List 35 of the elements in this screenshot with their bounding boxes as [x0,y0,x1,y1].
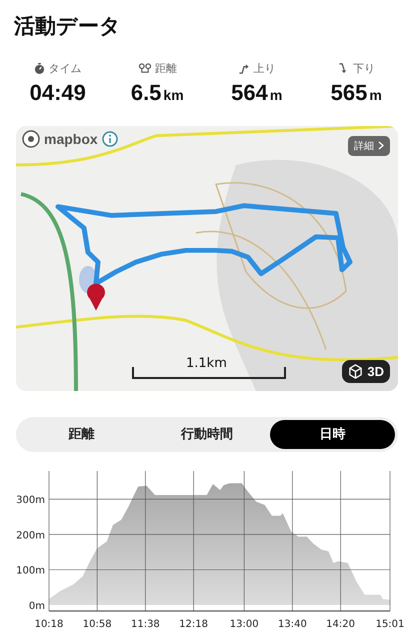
stat-label: 下り [352,61,375,76]
x-axis-label: 10:18 [34,619,64,630]
chart-tab[interactable]: 行動時間 [144,420,270,449]
stat-value: 04:49 [30,80,86,106]
info-icon[interactable] [102,130,118,147]
ascent-arrow-icon [238,63,250,74]
x-axis-label: 14:20 [326,619,355,630]
y-axis-label: 200m [16,530,45,542]
route-pins-icon [138,63,152,74]
chart-tab[interactable]: 日時 [270,420,395,449]
y-axis-label: 300m [16,495,45,506]
stat-label: 距離 [154,61,177,76]
x-axis-label: 10:58 [82,619,112,630]
mapbox-logo-icon [22,130,40,148]
stat-value: 6.5 km [130,80,184,106]
y-axis-label: 0m [28,601,45,612]
x-axis-label: 11:38 [130,619,160,630]
x-axis-label: 13:40 [278,619,307,630]
x-axis-label: 15:01 [376,619,404,630]
x-axis-label: 13:00 [230,619,259,630]
chevron-right-icon [378,141,384,150]
details-button[interactable]: 詳細 [348,136,390,156]
stat-value: 564m [231,80,282,106]
stat-label: 上り [253,61,276,76]
3d-view-button[interactable]: 3D [342,360,390,383]
y-axis-label: 100m [16,566,45,577]
x-axis-label: 12:18 [179,619,208,630]
stopwatch-icon [34,63,46,74]
page-title: 活動データ [12,13,122,40]
cube-icon [348,364,364,379]
stat-value: 565 m [330,80,382,106]
chart-tab[interactable]: 距離 [19,420,144,449]
map-attribution: mapbox [44,130,98,147]
scale-label: 1.1km [186,356,227,371]
stat-label: タイム [48,61,82,76]
